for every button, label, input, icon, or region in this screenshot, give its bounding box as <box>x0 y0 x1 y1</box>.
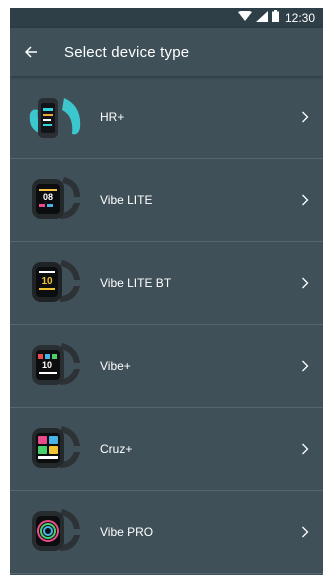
chevron-right-icon <box>295 111 315 123</box>
vibe-pro-watch-icon <box>32 509 80 551</box>
back-button[interactable] <box>16 28 46 76</box>
page-title: Select device type <box>64 43 190 61</box>
device-label: Vibe+ <box>100 359 131 373</box>
device-image: 10 <box>18 242 90 325</box>
device-item-vibe-lite-bt[interactable]: 10 Vibe LITE BT <box>10 242 323 325</box>
device-label: Vibe PRO <box>100 525 154 539</box>
wifi-icon <box>237 9 252 27</box>
signal-icon <box>255 9 268 27</box>
cruz-plus-watch-icon <box>32 426 80 468</box>
device-label: Vibe LITE <box>100 193 153 207</box>
app-bar: Select device type <box>10 28 323 76</box>
device-label: HR+ <box>100 110 125 124</box>
device-label: Cruz+ <box>100 442 133 456</box>
chevron-right-icon <box>295 277 315 289</box>
device-image <box>18 491 90 574</box>
vibe-plus-watch-icon: 10 <box>32 343 80 385</box>
device-item-vibe-lite[interactable]: 08 Vibe LITE <box>10 159 323 242</box>
device-label: Vibe LITE BT <box>100 276 172 290</box>
battery-icon <box>271 9 279 27</box>
app-screen: 12:30 Select device type HR+ 08 Vibe LIT… <box>10 8 323 575</box>
svg-text:10: 10 <box>42 360 52 370</box>
device-image <box>18 76 90 159</box>
status-time: 12:30 <box>284 11 315 25</box>
vibe-lite-bt-watch-icon: 10 <box>32 260 80 302</box>
arrow-left-icon <box>24 46 37 58</box>
device-image <box>18 408 90 491</box>
device-image: 10 <box>18 325 90 408</box>
device-item-hr-plus[interactable]: HR+ <box>10 76 323 159</box>
device-list: HR+ 08 Vibe LITE 10 Vibe LITE BT 10 Vibe… <box>10 76 323 574</box>
hr-plus-watch-icon <box>29 98 81 138</box>
chevron-right-icon <box>295 194 315 206</box>
device-item-vibe-plus[interactable]: 10 Vibe+ <box>10 325 323 408</box>
svg-text:10: 10 <box>41 276 53 287</box>
status-bar: 12:30 <box>10 8 323 28</box>
device-item-cruz-plus[interactable]: Cruz+ <box>10 408 323 491</box>
device-image: 08 <box>18 159 90 242</box>
chevron-right-icon <box>295 443 315 455</box>
chevron-right-icon <box>295 526 315 538</box>
device-item-vibe-pro[interactable]: Vibe PRO <box>10 491 323 574</box>
svg-text:08: 08 <box>43 192 53 202</box>
chevron-right-icon <box>295 360 315 372</box>
vibe-lite-watch-icon: 08 <box>32 177 80 219</box>
